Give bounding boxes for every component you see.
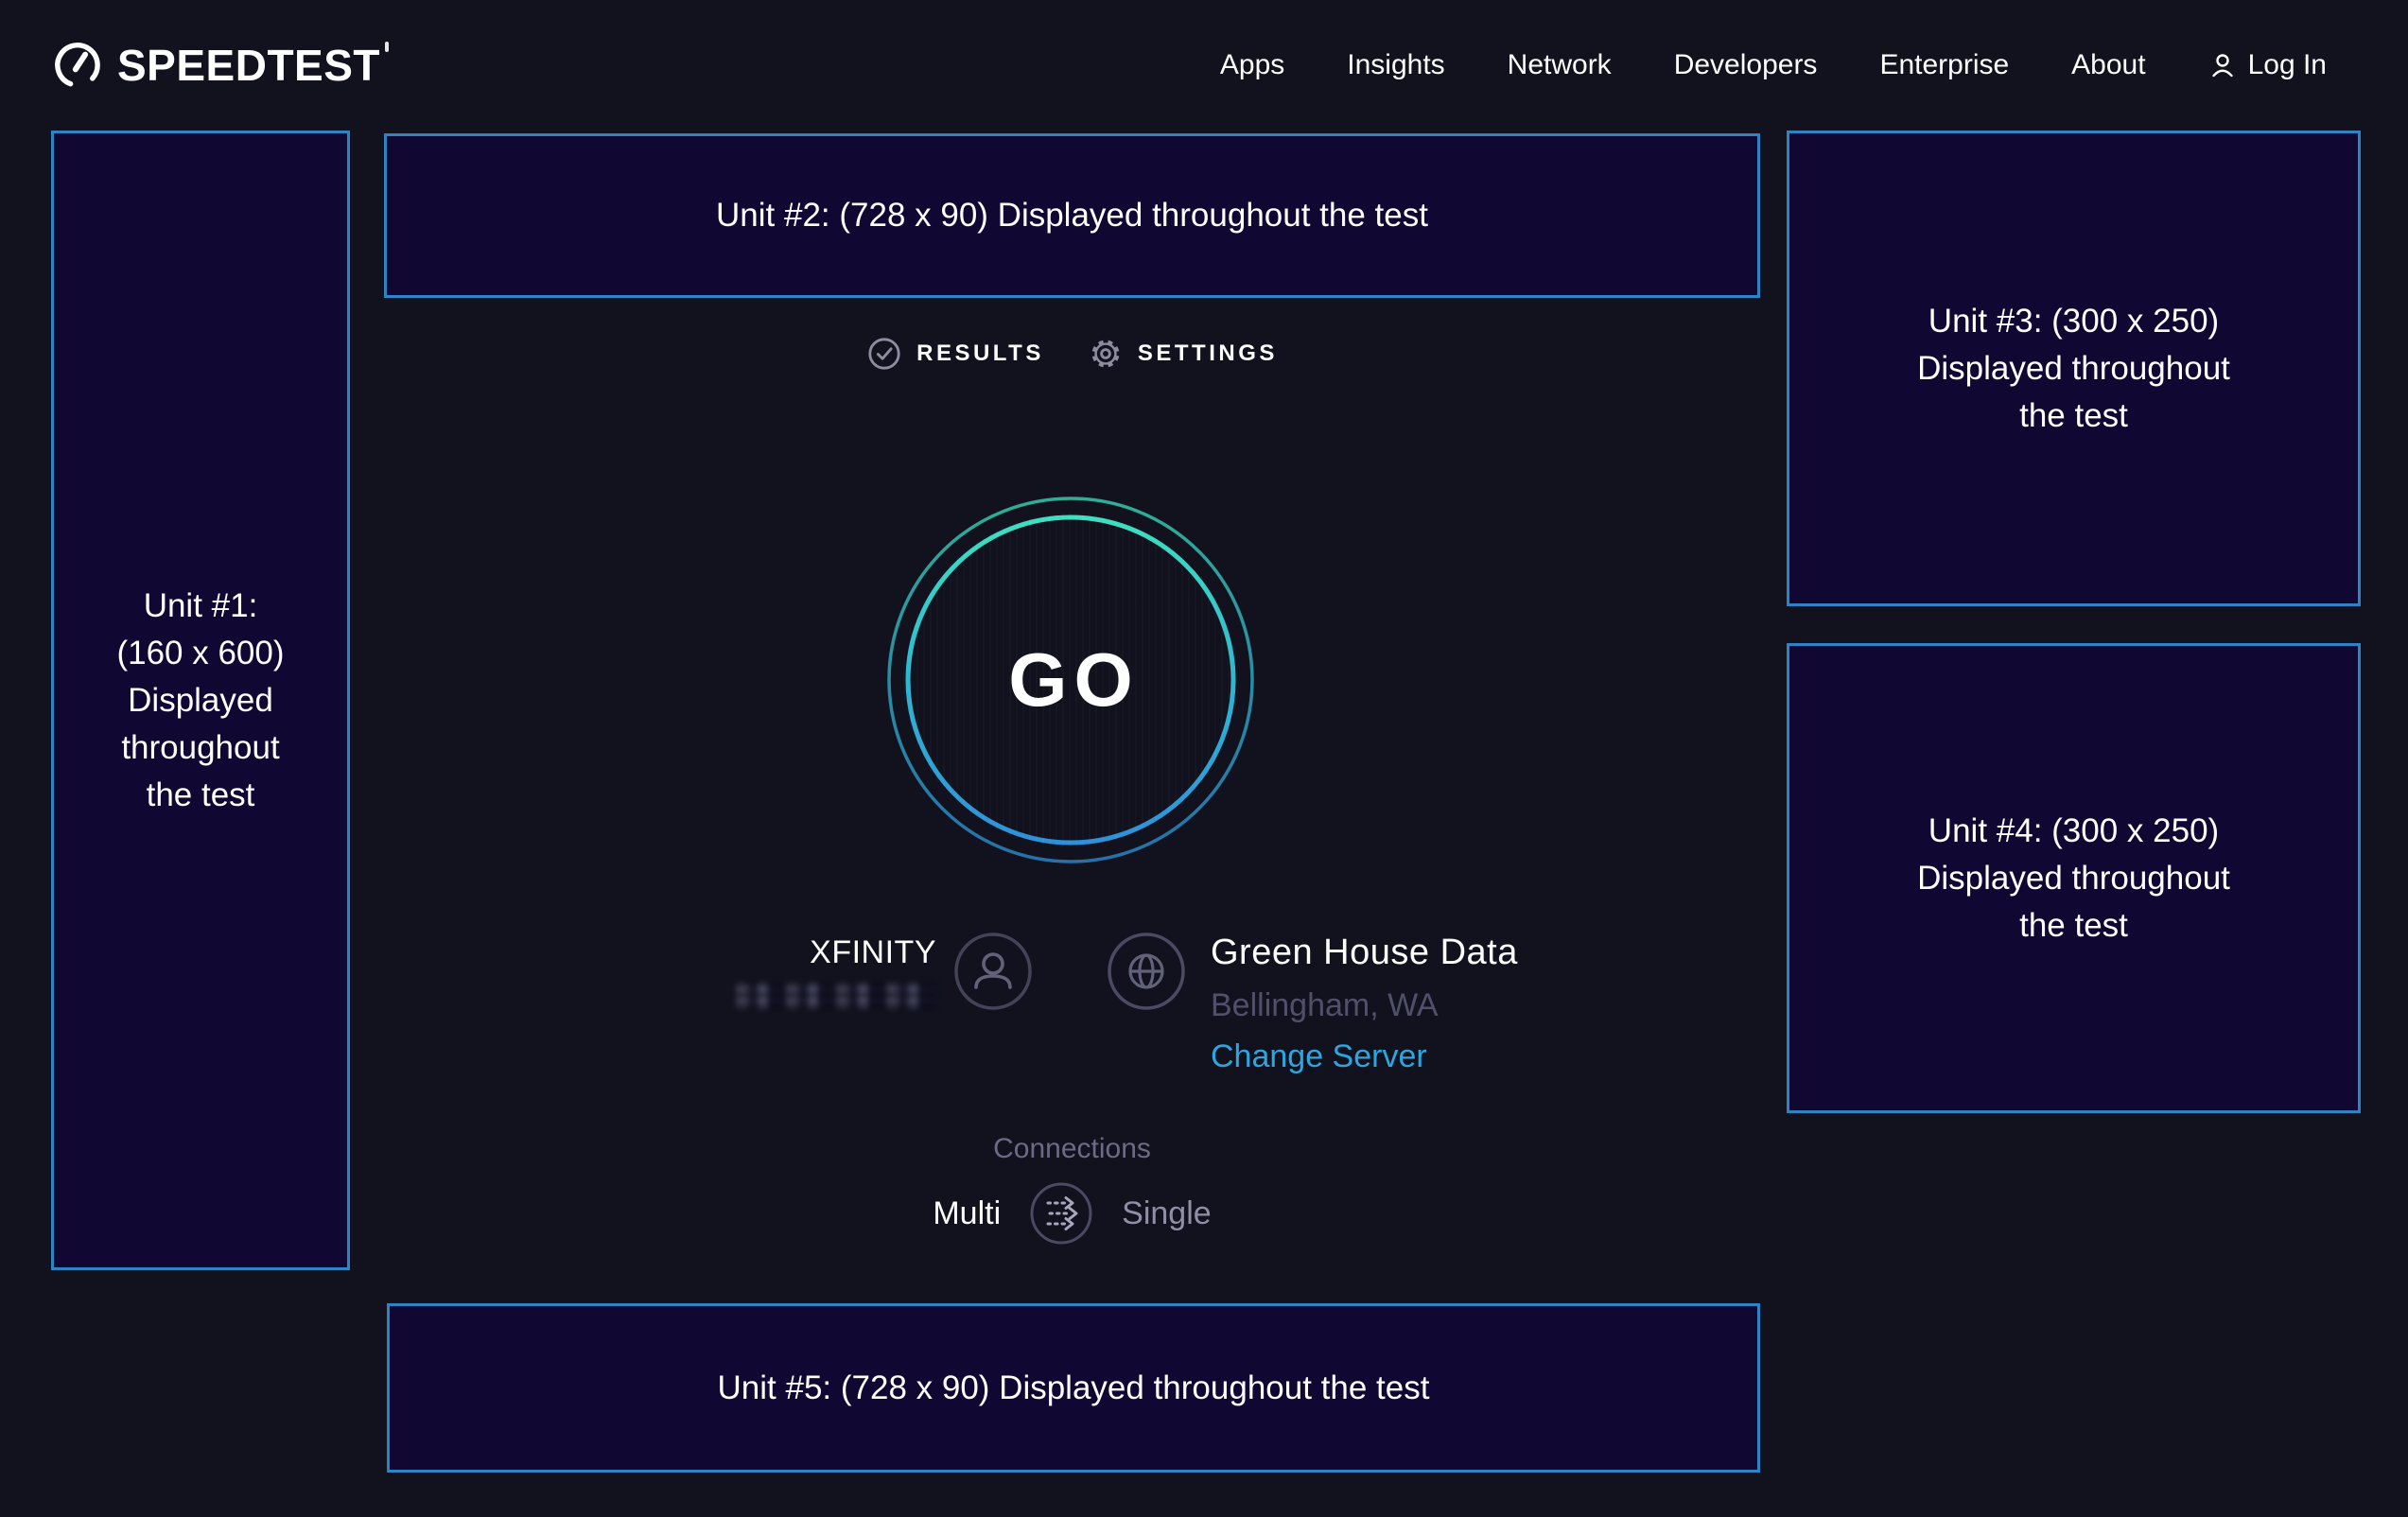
server-info: Green House Data Bellingham, WA Change S… bbox=[1107, 932, 1518, 1077]
ad-unit-1[interactable]: Unit #1: (160 x 600) Displayed throughou… bbox=[51, 131, 350, 1270]
connections-section: Connections Multi Single bbox=[384, 1132, 1760, 1246]
go-label: GO bbox=[886, 496, 1255, 864]
main-nav: Apps Insights Network Developers Enterpr… bbox=[1220, 49, 2327, 81]
nav-network[interactable]: Network bbox=[1508, 49, 1612, 81]
nav-about[interactable]: About bbox=[2071, 49, 2145, 81]
multi-arrows-icon bbox=[1029, 1181, 1093, 1246]
change-server-link[interactable]: Change Server bbox=[1211, 1036, 1427, 1077]
trademark-mark bbox=[385, 42, 389, 52]
redacted-ip bbox=[736, 983, 936, 1009]
go-button[interactable]: GO bbox=[886, 496, 1255, 864]
globe-circle-icon bbox=[1107, 932, 1186, 1077]
tab-settings-label: SETTINGS bbox=[1138, 340, 1278, 367]
gauge-icon bbox=[53, 41, 102, 90]
nav-enterprise[interactable]: Enterprise bbox=[1879, 49, 2009, 81]
connections-single-option[interactable]: Single bbox=[1122, 1195, 1212, 1232]
speedtest-page: SPEEDTEST Apps Insights Network Develope… bbox=[0, 0, 2408, 1517]
server-name: Green House Data bbox=[1211, 932, 1518, 973]
nav-insights[interactable]: Insights bbox=[1347, 49, 1444, 81]
isp-info: XFINITY bbox=[736, 932, 1033, 1011]
tabs-bar: RESULTS SETTINGS bbox=[384, 336, 1760, 372]
check-circle-icon bbox=[866, 336, 902, 372]
ad-unit-2[interactable]: Unit #2: (728 x 90) Displayed throughout… bbox=[384, 133, 1760, 298]
nav-apps[interactable]: Apps bbox=[1220, 49, 1284, 81]
server-location: Bellingham, WA bbox=[1211, 986, 1439, 1024]
ad-unit-5[interactable]: Unit #5: (728 x 90) Displayed throughout… bbox=[387, 1303, 1760, 1473]
login-label: Log In bbox=[2248, 49, 2327, 81]
tab-results-label: RESULTS bbox=[916, 340, 1044, 367]
gear-icon bbox=[1088, 336, 1124, 372]
speedtest-logo[interactable]: SPEEDTEST bbox=[53, 40, 389, 91]
header: SPEEDTEST Apps Insights Network Develope… bbox=[0, 0, 2408, 131]
person-circle-icon bbox=[953, 932, 1033, 1011]
connections-toggle[interactable] bbox=[1029, 1181, 1093, 1246]
nav-developers[interactable]: Developers bbox=[1674, 49, 1818, 81]
connections-multi-option[interactable]: Multi bbox=[933, 1195, 1001, 1232]
connections-label: Connections bbox=[993, 1132, 1151, 1166]
ad-unit-3[interactable]: Unit #3: (300 x 250) Displayed throughou… bbox=[1787, 131, 2361, 606]
tab-results[interactable]: RESULTS bbox=[866, 336, 1044, 372]
user-icon bbox=[2208, 51, 2237, 79]
tab-settings[interactable]: SETTINGS bbox=[1088, 336, 1278, 372]
isp-name: XFINITY bbox=[810, 932, 936, 973]
logo-text: SPEEDTEST bbox=[117, 40, 389, 91]
login-button[interactable]: Log In bbox=[2208, 49, 2327, 81]
ad-unit-4[interactable]: Unit #4: (300 x 250) Displayed throughou… bbox=[1787, 643, 2361, 1113]
